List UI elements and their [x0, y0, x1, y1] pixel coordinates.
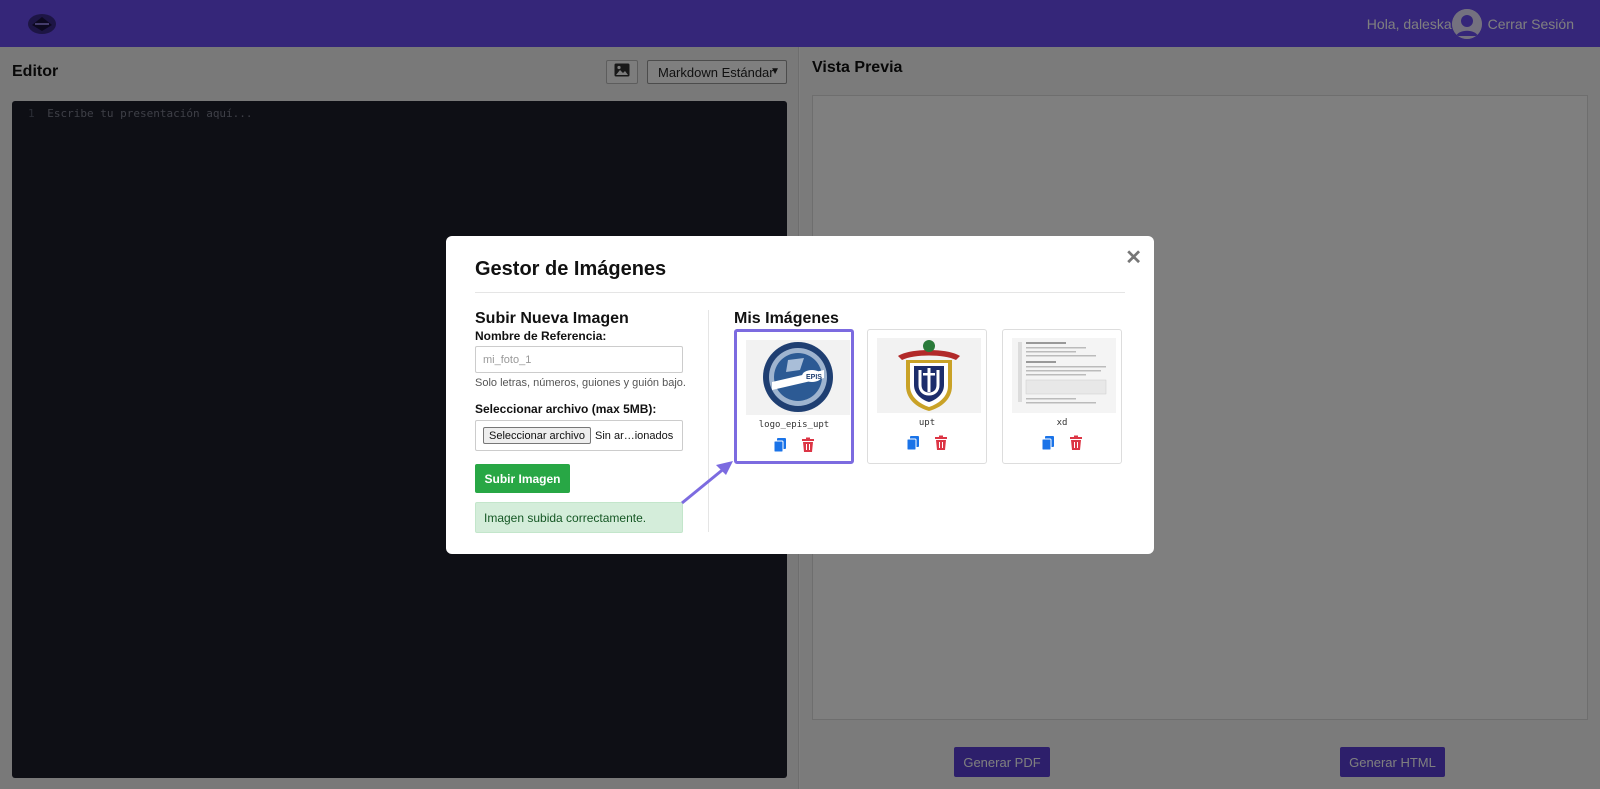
card-actions [737, 437, 851, 453]
image-thumbnail[interactable]: EPIS [746, 340, 850, 415]
copy-icon[interactable] [905, 435, 921, 451]
image-card[interactable]: xd [1002, 329, 1122, 464]
column-divider [708, 310, 709, 532]
trash-icon[interactable] [933, 435, 949, 451]
select-file-button[interactable]: Seleccionar archivo [483, 427, 591, 444]
copy-icon[interactable] [772, 437, 788, 453]
image-card[interactable]: upt [867, 329, 987, 464]
ref-name-hint: Solo letras, números, guiones y guión ba… [475, 377, 686, 389]
image-name: logo_epis_upt [758, 420, 830, 430]
trash-icon[interactable] [800, 437, 816, 453]
svg-text:EPIS: EPIS [806, 374, 822, 381]
image-name: xd [1056, 418, 1068, 428]
modal-divider [475, 292, 1125, 293]
image-thumbnail[interactable] [1012, 338, 1116, 413]
upload-image-button[interactable]: Subir Imagen [475, 464, 570, 493]
image-manager-modal: ✕ Gestor de Imágenes Subir Nueva Imagen … [446, 236, 1154, 554]
card-actions [1003, 435, 1121, 451]
gallery-title: Mis Imágenes [734, 310, 839, 327]
modal-title: Gestor de Imágenes [475, 258, 667, 280]
ref-name-label: Nombre de Referencia: [475, 329, 607, 343]
copy-icon[interactable] [1040, 435, 1056, 451]
file-select-label: Seleccionar archivo (max 5MB): [475, 402, 657, 416]
image-thumbnail[interactable] [877, 338, 981, 413]
success-alert: Imagen subida correctamente. [475, 502, 683, 533]
image-card[interactable]: EPIS logo_epis_upt [734, 329, 854, 464]
card-actions [868, 435, 986, 451]
file-input[interactable]: Seleccionar archivo Sin ar…ionados [475, 420, 683, 451]
trash-icon[interactable] [1068, 435, 1084, 451]
image-name: upt [918, 418, 936, 428]
upload-section-title: Subir Nueva Imagen [475, 310, 629, 327]
file-status: Sin ar…ionados [595, 429, 674, 442]
ref-name-input[interactable]: mi_foto_1 [475, 346, 683, 373]
close-icon[interactable]: ✕ [1125, 245, 1142, 270]
